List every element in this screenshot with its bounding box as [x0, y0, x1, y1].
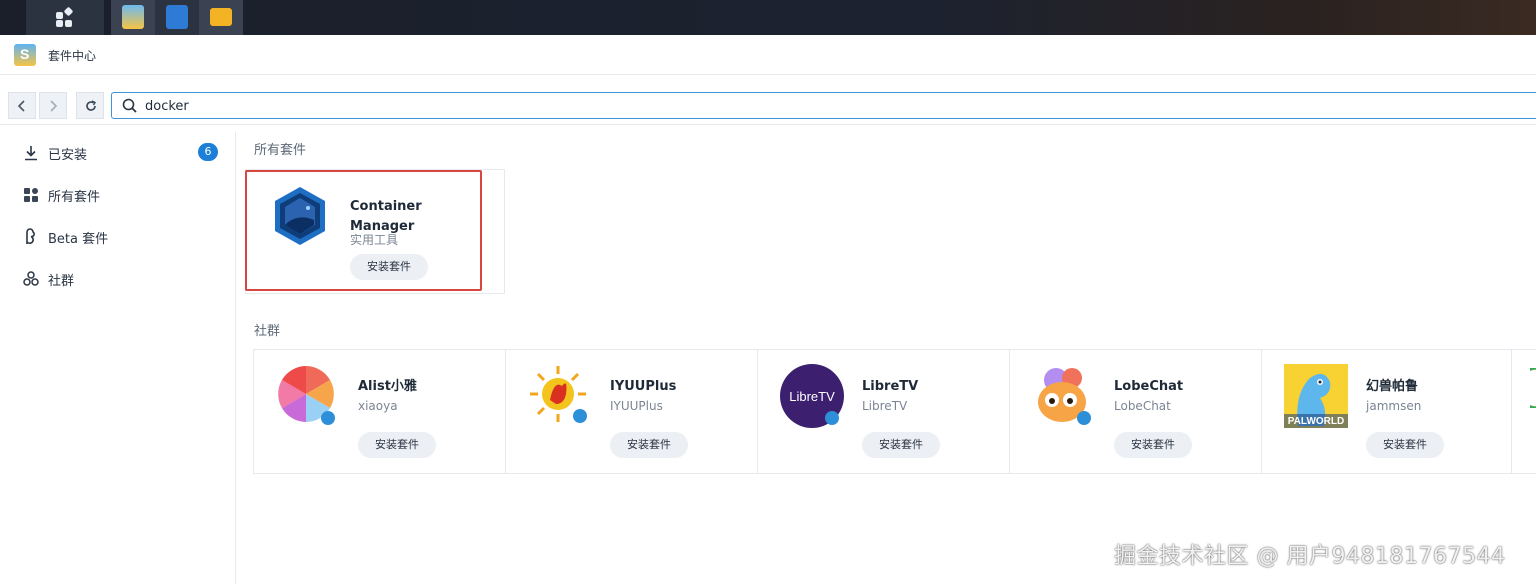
package-author: jammsen [1366, 399, 1422, 413]
window-title: 套件中心 [48, 49, 97, 63]
search-input[interactable] [145, 96, 745, 116]
community-heading: 社群 [254, 324, 281, 339]
palworld-logo: PALWORLD [1284, 364, 1348, 428]
taskbar-dashboard[interactable] [155, 0, 199, 35]
forward-button[interactable] [39, 92, 67, 119]
package-name: LobeChat [1114, 379, 1184, 394]
taskbar-file-station[interactable] [199, 0, 243, 35]
package-name: LibreTV [862, 379, 919, 394]
sidebar-item-beta[interactable]: Beta 套件 [0, 216, 236, 256]
package-name: IYUUPlus [610, 379, 677, 394]
toolbar [0, 75, 1536, 125]
grid-icon [24, 188, 38, 202]
libretv-logo: LibreTV [780, 364, 844, 428]
lobechat-logo [1038, 368, 1091, 425]
sidebar-item-label: 所有套件 [48, 190, 101, 205]
search-icon [122, 98, 137, 113]
svg-text:LibreTV: LibreTV [789, 389, 835, 404]
search-box[interactable] [111, 92, 1536, 119]
refresh-icon [86, 100, 96, 111]
window-titlebar: S 套件中心 [0, 35, 1536, 75]
sidebar-item-label: 已安装 [48, 148, 88, 163]
package-author: LobeChat [1114, 399, 1171, 413]
beta-icon [26, 228, 35, 245]
all-packages-heading: 所有套件 [254, 143, 307, 158]
install-button[interactable]: 安装套件 [862, 432, 940, 458]
package-name: Alist小雅 [358, 379, 417, 394]
sidebar-item-all-packages[interactable]: 所有套件 [0, 174, 236, 214]
install-button[interactable]: 安装套件 [1114, 432, 1192, 458]
package-center-icon [122, 5, 144, 29]
sidebar-item-community[interactable]: 社群 [0, 258, 236, 298]
watermark: 掘金技术社区 @ 用户948181767544 [1114, 544, 1506, 569]
package-card-alist[interactable]: Alist小雅 xiaoya 安装套件 [253, 349, 506, 474]
alist-logo [278, 366, 335, 425]
install-button[interactable]: 安装套件 [358, 432, 436, 458]
refresh-button[interactable] [76, 92, 104, 119]
back-button[interactable] [8, 92, 36, 119]
svg-text:PALWORLD: PALWORLD [1288, 416, 1344, 427]
sidebar-item-label: Beta 套件 [48, 232, 109, 247]
sidebar-item-label: 社群 [48, 274, 75, 289]
package-center-icon: S [14, 44, 36, 66]
community-icon [23, 271, 39, 286]
taskbar [0, 0, 1536, 35]
chevron-left-icon [17, 100, 25, 112]
dashboard-icon [166, 5, 188, 29]
partial-logo [1530, 368, 1536, 408]
package-author: IYUUPlus [610, 399, 663, 413]
folder-icon [210, 8, 232, 26]
package-card-iyuuplus[interactable]: IYUUPlus IYUUPlus 安装套件 [505, 349, 758, 474]
sidebar: 已安装 6 所有套件 Beta 套件 社群 [0, 132, 236, 584]
installed-count-badge: 6 [198, 143, 218, 161]
iyuu-logo [530, 366, 587, 423]
package-author: xiaoya [358, 399, 398, 413]
main-menu-button[interactable] [26, 0, 104, 35]
install-button[interactable]: 安装套件 [1366, 432, 1444, 458]
package-card-libretv[interactable]: LibreTV LibreTV LibreTV 安装套件 [757, 349, 1010, 474]
package-card-partial[interactable] [1511, 349, 1536, 474]
install-button[interactable]: 安装套件 [610, 432, 688, 458]
package-author: LibreTV [862, 399, 908, 413]
download-icon [25, 146, 37, 161]
package-card-palworld[interactable]: PALWORLD 幻兽帕鲁 jammsen 安装套件 [1261, 349, 1514, 474]
package-card-lobechat[interactable]: LobeChat LobeChat 安装套件 [1009, 349, 1262, 474]
sidebar-item-installed[interactable]: 已安装 6 [0, 132, 236, 172]
main-menu-icon [56, 6, 74, 27]
taskbar-package-center[interactable] [111, 0, 155, 35]
chevron-right-icon [50, 100, 58, 112]
package-name: 幻兽帕鲁 [1366, 379, 1419, 394]
highlight-box [245, 170, 482, 291]
